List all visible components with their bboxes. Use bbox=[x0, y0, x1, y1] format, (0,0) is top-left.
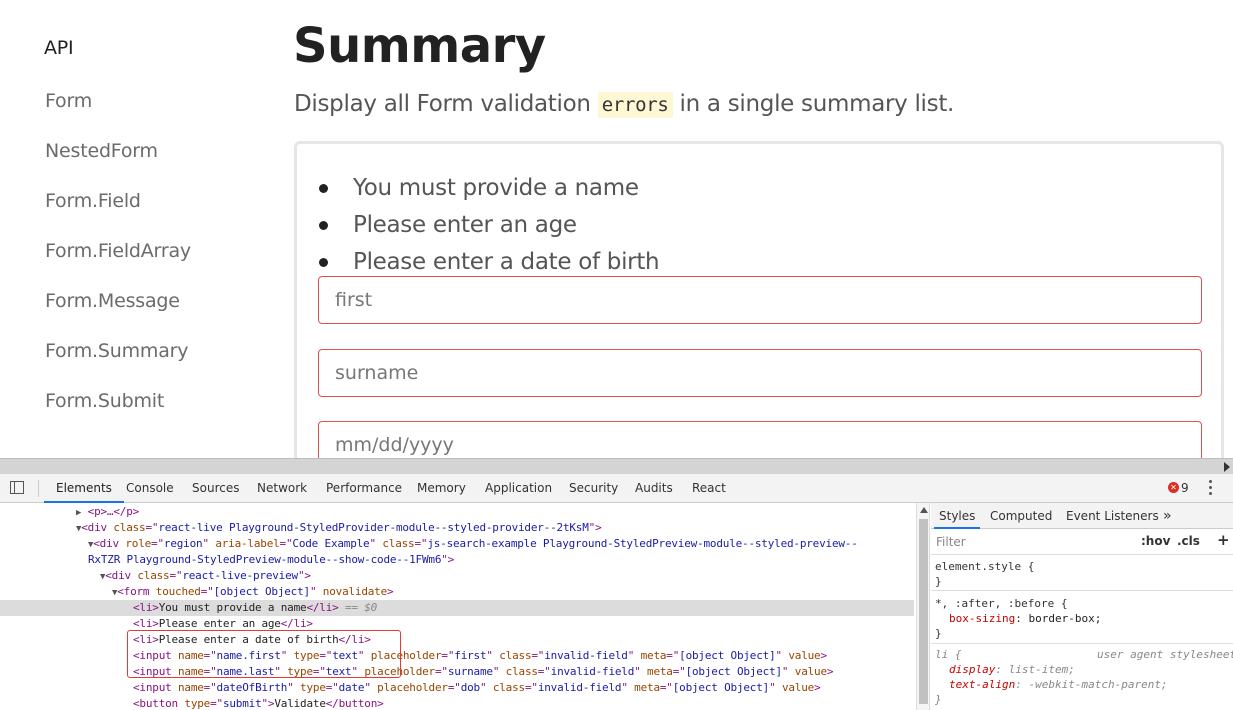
new-rule-icon[interactable]: + bbox=[1217, 531, 1230, 549]
class-toggle-button[interactable]: .cls bbox=[1177, 534, 1200, 548]
dock-side-icon[interactable] bbox=[10, 481, 24, 494]
summary-item: You must provide a name bbox=[315, 170, 659, 207]
sidebar-item-form-field[interactable]: Form.Field bbox=[45, 190, 141, 212]
tab-sources[interactable]: Sources bbox=[192, 474, 239, 503]
tab-performance[interactable]: Performance bbox=[326, 474, 402, 503]
styles-filter-input[interactable] bbox=[933, 532, 1129, 551]
tab-styles[interactable]: Styles bbox=[934, 503, 981, 529]
error-icon[interactable]: ✕ bbox=[1168, 482, 1179, 493]
dom-node[interactable]: ▶ <p>…</p> bbox=[0, 504, 914, 520]
styles-sidebar: Styles Computed Event Listeners » :hov .… bbox=[931, 503, 1233, 710]
inline-code: errors bbox=[597, 92, 673, 118]
tab-network[interactable]: Network bbox=[257, 474, 307, 503]
css-value: -webkit-match-parent; bbox=[1028, 678, 1168, 691]
tab-security[interactable]: Security bbox=[569, 474, 618, 503]
css-property: display bbox=[949, 663, 996, 676]
tab-computed[interactable]: Computed bbox=[990, 503, 1052, 529]
date-of-birth-input[interactable] bbox=[318, 421, 1202, 458]
styles-tabbar: Styles Computed Event Listeners » bbox=[931, 503, 1233, 529]
summary-item: Please enter an age bbox=[315, 207, 659, 244]
css-property: text-align bbox=[949, 678, 1016, 691]
more-options-icon[interactable] bbox=[1208, 480, 1214, 496]
style-rule-li[interactable]: li {user agent stylesheet display: list-… bbox=[931, 647, 1233, 710]
surname-input[interactable] bbox=[318, 349, 1202, 397]
first-name-input[interactable] bbox=[318, 276, 1202, 324]
dom-node[interactable]: <button type="submit">Validate</button> bbox=[0, 696, 914, 710]
hover-state-button[interactable]: :hov bbox=[1141, 534, 1170, 548]
rule-close: } bbox=[935, 575, 942, 588]
sidebar-item-form-submit[interactable]: Form.Submit bbox=[45, 390, 164, 412]
devtools-resizer[interactable] bbox=[0, 458, 1233, 474]
sidebar-item-form-summary[interactable]: Form.Summary bbox=[45, 340, 189, 362]
css-value: list-item; bbox=[1008, 663, 1075, 676]
sidebar-item-nestedform[interactable]: NestedForm bbox=[45, 140, 158, 162]
tab-application[interactable]: Application bbox=[485, 474, 552, 503]
elements-scrollbar[interactable] bbox=[916, 503, 930, 710]
example-preview: You must provide a name Please enter an … bbox=[294, 141, 1224, 458]
description-text-end: in a single summary list. bbox=[672, 91, 955, 117]
scrollbar-thumb[interactable] bbox=[919, 519, 928, 704]
page-viewport: API Form NestedForm Form.Field Form.Fiel… bbox=[0, 0, 1233, 458]
style-rule-element[interactable]: element.style { } bbox=[931, 559, 1233, 591]
css-value[interactable]: border-box; bbox=[1028, 612, 1101, 625]
css-property[interactable]: box-sizing bbox=[949, 612, 1015, 625]
error-count[interactable]: 9 bbox=[1181, 481, 1189, 495]
devtools-tabbar: Elements Console Sources Network Perform… bbox=[0, 474, 1233, 503]
rule-selector: element.style { bbox=[935, 560, 1035, 573]
description-text: Display all Form validation bbox=[294, 91, 598, 117]
rule-close: } bbox=[935, 627, 942, 640]
dom-node[interactable]: ▼<div role="region" aria-label="Code Exa… bbox=[0, 536, 914, 552]
tab-react[interactable]: React bbox=[692, 474, 726, 503]
scroll-right-icon[interactable] bbox=[1224, 462, 1230, 472]
dom-node[interactable]: <input name="dateOfBirth" type="date" pl… bbox=[0, 680, 914, 696]
elements-dom-tree: ▶ <p>…</p> ▼<div class="react-live Playg… bbox=[0, 503, 916, 710]
dom-node-continuation: RxTZR Playground-StyledPreview-module--s… bbox=[88, 553, 455, 566]
dom-node[interactable]: ▼<div class="react-live Playground-Style… bbox=[0, 520, 914, 536]
rule-origin: user agent stylesheet bbox=[1097, 648, 1233, 661]
sidebar-item-form[interactable]: Form bbox=[45, 90, 92, 112]
tab-elements[interactable]: Elements bbox=[44, 474, 124, 503]
scroll-up-icon[interactable] bbox=[920, 507, 928, 513]
divider bbox=[38, 480, 39, 497]
page-description: Display all Form validation errors in a … bbox=[294, 86, 954, 123]
sidebar-item-form-fieldarray[interactable]: Form.FieldArray bbox=[45, 240, 191, 262]
annotation-highlight-box bbox=[127, 630, 401, 678]
page-title: Summary bbox=[293, 18, 546, 74]
styles-filter-bar: :hov .cls + bbox=[931, 529, 1233, 555]
devtools-panel: Elements Console Sources Network Perform… bbox=[0, 474, 1233, 710]
tab-audits[interactable]: Audits bbox=[635, 474, 673, 503]
rule-selector: *, :after, :before { bbox=[935, 597, 1068, 610]
style-rule-universal[interactable]: *, :after, :before { box-sizing: border-… bbox=[931, 596, 1233, 644]
sidebar-item-form-message[interactable]: Form.Message bbox=[45, 290, 180, 312]
dom-node[interactable]: ▼<form touched="[object Object]" novalid… bbox=[0, 584, 914, 600]
rule-selector: li { bbox=[935, 648, 962, 661]
tab-memory[interactable]: Memory bbox=[417, 474, 466, 503]
dom-node[interactable]: ▼<div class="react-live-preview"> bbox=[0, 568, 914, 584]
more-tabs-icon[interactable]: » bbox=[1163, 503, 1172, 529]
dom-node-selected[interactable]: <li>You must provide a name</li> == $0 bbox=[0, 600, 914, 616]
tab-event-listeners[interactable]: Event Listeners bbox=[1066, 503, 1159, 529]
tab-console[interactable]: Console bbox=[126, 474, 174, 503]
error-summary-list: You must provide a name Please enter an … bbox=[315, 170, 660, 281]
rule-close: } bbox=[935, 693, 942, 706]
sidebar-item-api[interactable]: API bbox=[44, 37, 74, 59]
expand-triangle-icon[interactable]: ▶ bbox=[76, 508, 81, 518]
